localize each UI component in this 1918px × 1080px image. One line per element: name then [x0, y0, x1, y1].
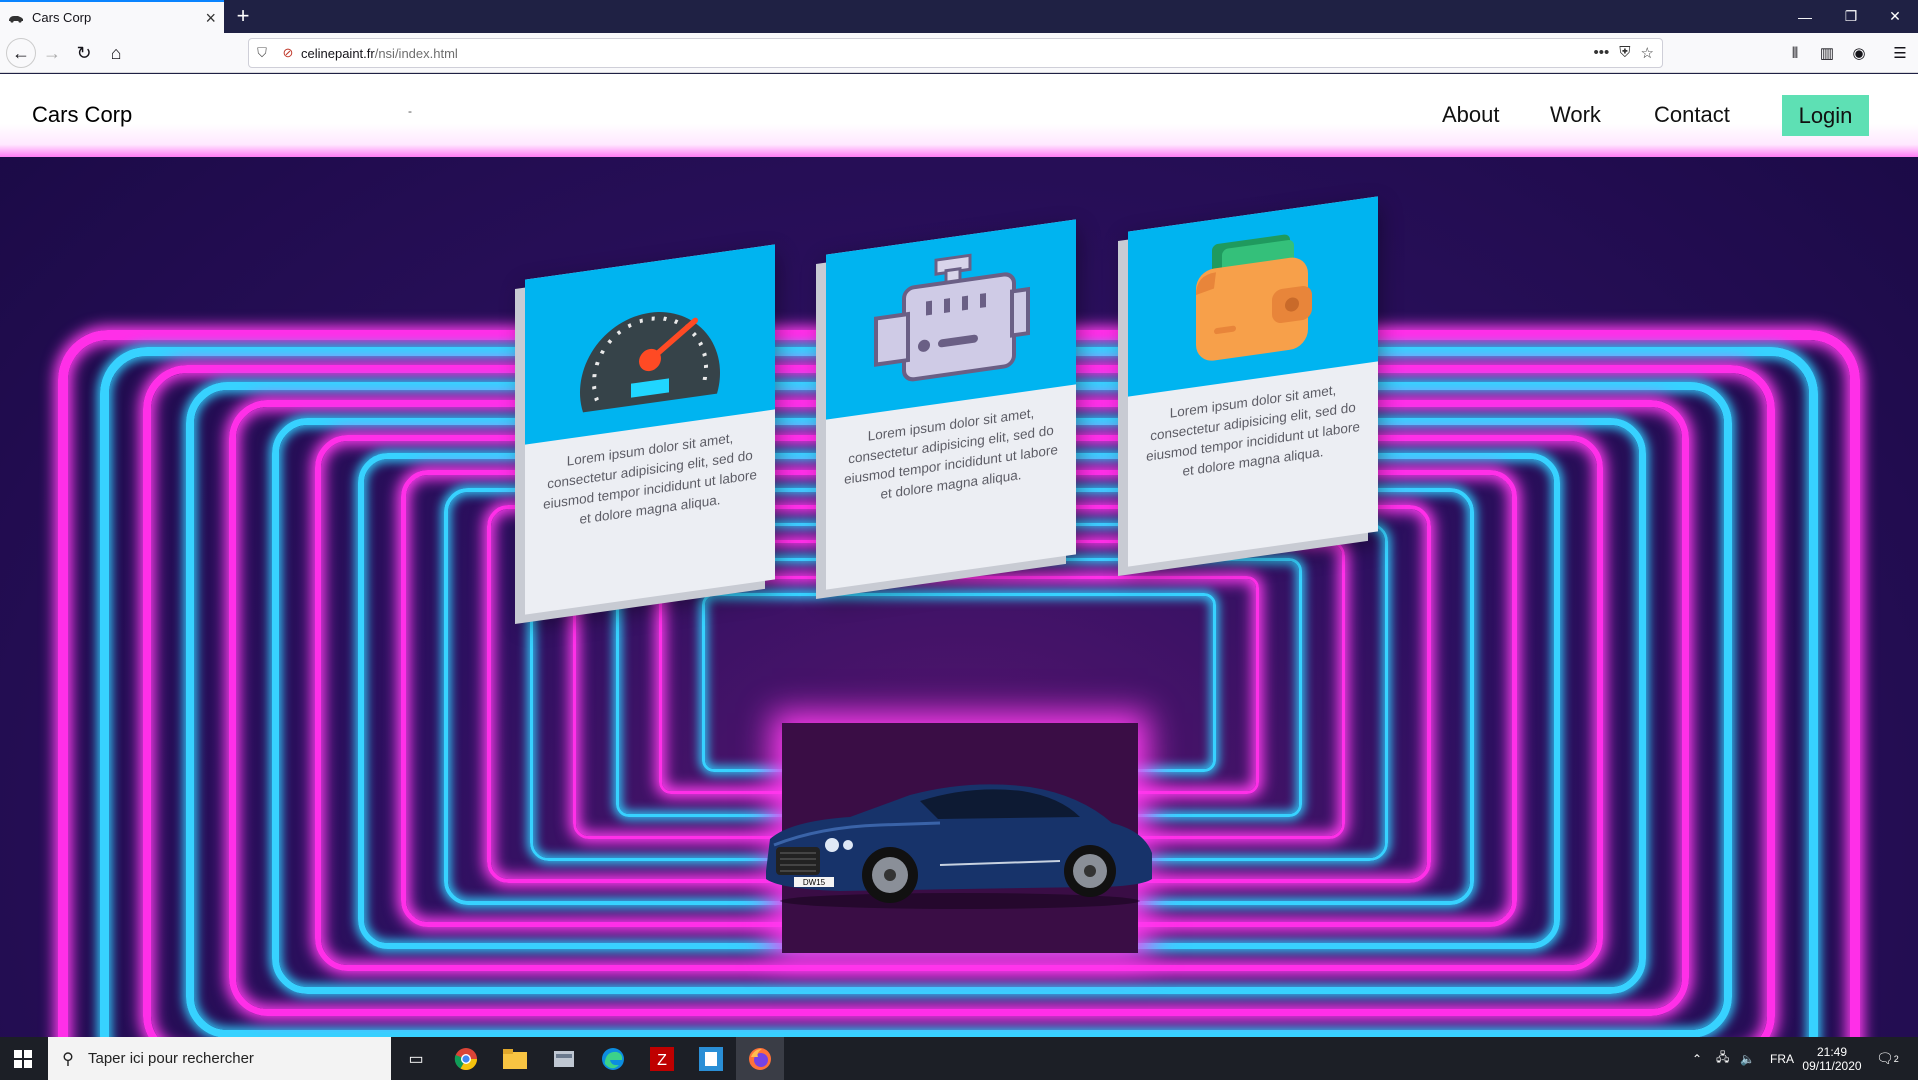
- card-header: [826, 219, 1076, 420]
- card-text: Lorem ipsum dolor sit amet, consectetur …: [844, 405, 1058, 502]
- card-header: [1128, 196, 1378, 397]
- chrome-icon[interactable]: [442, 1037, 490, 1080]
- clock-time: 21:49: [1816, 1044, 1848, 1059]
- library-icon[interactable]: ⫴: [1783, 41, 1807, 65]
- start-button[interactable]: [0, 1037, 46, 1080]
- feature-card-engine[interactable]: Lorem ipsum dolor sit amet, consectetur …: [826, 219, 1076, 590]
- browser-toolbar: ← → ↻ ⌂ ⛉ ⊘ celinepaint.fr/nsi/index.htm…: [0, 33, 1918, 73]
- url-path: /nsi/index.html: [374, 45, 458, 61]
- pocket-icon[interactable]: ⛨: [1619, 44, 1630, 62]
- notification-center-icon[interactable]: 🗨 2: [1876, 1037, 1899, 1080]
- card-header: [525, 244, 775, 445]
- new-tab-button[interactable]: +: [229, 2, 257, 30]
- menu-icon[interactable]: ☰: [1888, 41, 1912, 65]
- tracking-shield-icon[interactable]: ⛉: [249, 39, 275, 67]
- header-separator: -: [408, 104, 412, 118]
- tab-title: Cars Corp: [32, 10, 92, 25]
- wallet-icon: [1196, 234, 1312, 361]
- volume-icon[interactable]: 🔈: [1740, 1037, 1755, 1080]
- tab-close-icon[interactable]: ×: [205, 9, 216, 27]
- insecure-lock-icon[interactable]: ⊘: [275, 39, 301, 67]
- web-page: Cars Corp - About Work Contact Login Lor…: [0, 74, 1918, 1037]
- browser-tab-strip: Cars Corp × + — ❐ ✕: [0, 0, 1918, 33]
- car-favicon-icon: [9, 15, 23, 23]
- card-text: Lorem ipsum dolor sit amet, consectetur …: [1146, 382, 1360, 479]
- account-icon[interactable]: ◉: [1847, 41, 1871, 65]
- feature-card-wallet[interactable]: Lorem ipsum dolor sit amet, consectetur …: [1128, 196, 1378, 567]
- nav-work[interactable]: Work: [1550, 102, 1601, 128]
- page-actions-icon[interactable]: •••: [1594, 44, 1610, 62]
- nav-contact[interactable]: Contact: [1654, 102, 1730, 128]
- site-header: Cars Corp - About Work Contact Login: [0, 74, 1918, 157]
- card-text: Lorem ipsum dolor sit amet, consectetur …: [543, 430, 757, 527]
- login-button[interactable]: Login: [1782, 95, 1869, 136]
- windows-logo-icon: [14, 1049, 32, 1068]
- browser-tab[interactable]: Cars Corp ×: [0, 0, 224, 33]
- edge-icon[interactable]: [589, 1037, 637, 1080]
- speedometer-icon: [580, 311, 720, 412]
- license-plate: DW15: [803, 878, 826, 887]
- reload-button[interactable]: ↻: [70, 39, 98, 67]
- windows-taskbar: ⚲ Taper ici pour rechercher ▭ Z ⌃ 🖧 🔈 FR…: [0, 1037, 1918, 1080]
- home-button[interactable]: ⌂: [102, 39, 130, 67]
- url-bar[interactable]: ⛉ ⊘ celinepaint.fr/nsi/index.html ••• ⛨ …: [248, 38, 1663, 68]
- tray-chevron-icon[interactable]: ⌃: [1692, 1037, 1702, 1080]
- notification-count: 2: [1893, 1053, 1899, 1064]
- clock-date: 09/11/2020: [1802, 1058, 1862, 1073]
- minimize-button[interactable]: —: [1782, 0, 1828, 33]
- firefox-icon[interactable]: [736, 1037, 784, 1080]
- search-placeholder: Taper ici pour rechercher: [88, 1050, 254, 1067]
- file-explorer-icon[interactable]: [491, 1037, 539, 1080]
- svg-text:Z: Z: [657, 1052, 667, 1069]
- filezilla-icon[interactable]: Z: [638, 1037, 686, 1080]
- feature-card-speed[interactable]: Lorem ipsum dolor sit amet, consectetur …: [525, 244, 775, 615]
- app-icon[interactable]: [687, 1037, 735, 1080]
- task-view-icon[interactable]: ▭: [392, 1037, 440, 1080]
- bookmark-star-icon[interactable]: ☆: [1641, 44, 1654, 62]
- restore-button[interactable]: ❐: [1828, 0, 1874, 33]
- brand-logo[interactable]: Cars Corp: [32, 102, 132, 128]
- engine-icon: [874, 253, 1030, 381]
- forward-button[interactable]: →: [38, 39, 66, 67]
- language-indicator[interactable]: FRA: [1770, 1037, 1794, 1080]
- search-icon: ⚲: [62, 1050, 74, 1068]
- network-icon[interactable]: 🖧: [1716, 1037, 1729, 1080]
- close-window-button[interactable]: ✕: [1872, 0, 1918, 33]
- back-button[interactable]: ←: [6, 38, 36, 68]
- sidebar-icon[interactable]: ▥: [1815, 41, 1839, 65]
- nav-about[interactable]: About: [1442, 102, 1500, 128]
- url-host: celinepaint.fr: [301, 45, 375, 61]
- app-icon[interactable]: [540, 1037, 588, 1080]
- clock[interactable]: 21:49 09/11/2020: [1800, 1037, 1864, 1080]
- taskbar-search[interactable]: ⚲ Taper ici pour rechercher: [48, 1037, 391, 1080]
- car-image: DW15: [766, 784, 1152, 909]
